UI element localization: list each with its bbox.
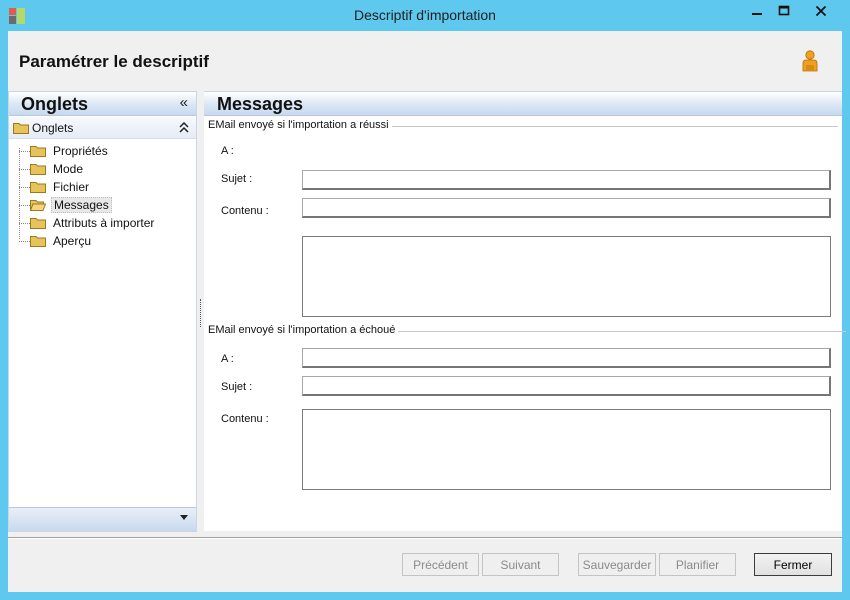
failure-body-label: Contenu : — [221, 413, 269, 425]
failure-subject-field[interactable] — [302, 376, 831, 396]
tree-item-attributs[interactable]: Attributs à importer — [19, 214, 189, 232]
folder-icon — [30, 146, 46, 157]
minimize-button[interactable] — [743, 0, 770, 21]
content-header: Messages — [204, 92, 842, 116]
tree-item-messages[interactable]: Messages — [19, 196, 189, 214]
app-window: Descriptif d'importation Paramétrer le d… — [0, 0, 850, 600]
tree-item-label: Fichier — [53, 180, 90, 194]
sidebar-title: Onglets — [21, 94, 89, 114]
tree-item-mode[interactable]: Mode — [19, 160, 189, 178]
failure-subject-label: Sujet : — [221, 381, 253, 393]
folder-icon — [30, 236, 46, 247]
tree-item-label: Propriétés — [53, 144, 108, 158]
success-body-field[interactable] — [302, 236, 831, 317]
failure-body-field[interactable] — [302, 409, 831, 490]
maximize-icon — [778, 5, 789, 15]
success-subject-label: Sujet : — [221, 173, 253, 185]
tree-item-label: Messages — [51, 197, 112, 213]
next-button[interactable]: Suivant — [482, 553, 559, 576]
open-folder-icon — [30, 200, 46, 211]
close-button[interactable]: Fermer — [754, 553, 832, 576]
success-to-label: A : — [221, 145, 234, 157]
tree-item-label: Mode — [53, 162, 84, 176]
success-to-field[interactable] — [302, 170, 831, 190]
save-button[interactable]: Sauvegarder — [578, 553, 656, 576]
chevron-double-up-icon[interactable] — [179, 122, 189, 134]
folder-icon — [13, 123, 29, 134]
footer-separator — [8, 537, 842, 539]
failure-to-field[interactable] — [302, 348, 831, 368]
content-title: Messages — [217, 94, 304, 114]
success-group-caption: EMail envoyé si l'importation a réussi — [208, 119, 392, 131]
collapse-sidebar-button[interactable]: « — [180, 94, 188, 111]
minimize-icon — [751, 12, 762, 15]
sidebar-footer[interactable] — [9, 507, 196, 531]
close-window-button[interactable] — [797, 0, 845, 21]
header: Paramétrer le descriptif — [8, 31, 842, 89]
folder-icon — [30, 182, 46, 193]
splitter-handle[interactable] — [200, 299, 202, 327]
sidebar-group-header[interactable]: Onglets — [9, 117, 196, 139]
sidebar-header: Onglets « — [9, 92, 196, 116]
tree-item-proprietes[interactable]: Propriétés — [19, 142, 189, 160]
chevron-down-icon[interactable] — [180, 515, 188, 520]
page-title: Paramétrer le descriptif — [19, 52, 209, 71]
sidebar-group-label: Onglets — [32, 121, 74, 135]
window-title: Descriptif d'importation — [354, 7, 496, 23]
failure-to-label: A : — [221, 353, 234, 365]
tree-item-label: Attributs à importer — [53, 216, 155, 230]
tree-item-label: Aperçu — [53, 234, 92, 248]
user-icon — [802, 50, 818, 72]
success-subject-field[interactable] — [302, 198, 831, 218]
tree-item-apercu[interactable]: Aperçu — [19, 232, 189, 250]
close-icon — [815, 5, 827, 16]
folder-icon — [30, 164, 46, 175]
schedule-button[interactable]: Planifier — [659, 553, 736, 576]
success-body-label: Contenu : — [221, 205, 269, 217]
title-bar[interactable]: Descriptif d'importation — [0, 0, 850, 30]
failure-group-caption: EMail envoyé si l'importation a échoué — [208, 324, 399, 336]
previous-button[interactable]: Précédent — [402, 553, 479, 576]
maximize-button[interactable] — [770, 0, 797, 21]
sidebar: Onglets « Onglets Propriétés Mode Fichie… — [8, 91, 197, 532]
messages-panel: Messages EMail envoyé si l'importation a… — [204, 91, 846, 531]
client-area: Paramétrer le descriptif Onglets « Ongle… — [8, 31, 846, 592]
folder-icon — [30, 218, 46, 229]
tree-item-fichier[interactable]: Fichier — [19, 178, 189, 196]
